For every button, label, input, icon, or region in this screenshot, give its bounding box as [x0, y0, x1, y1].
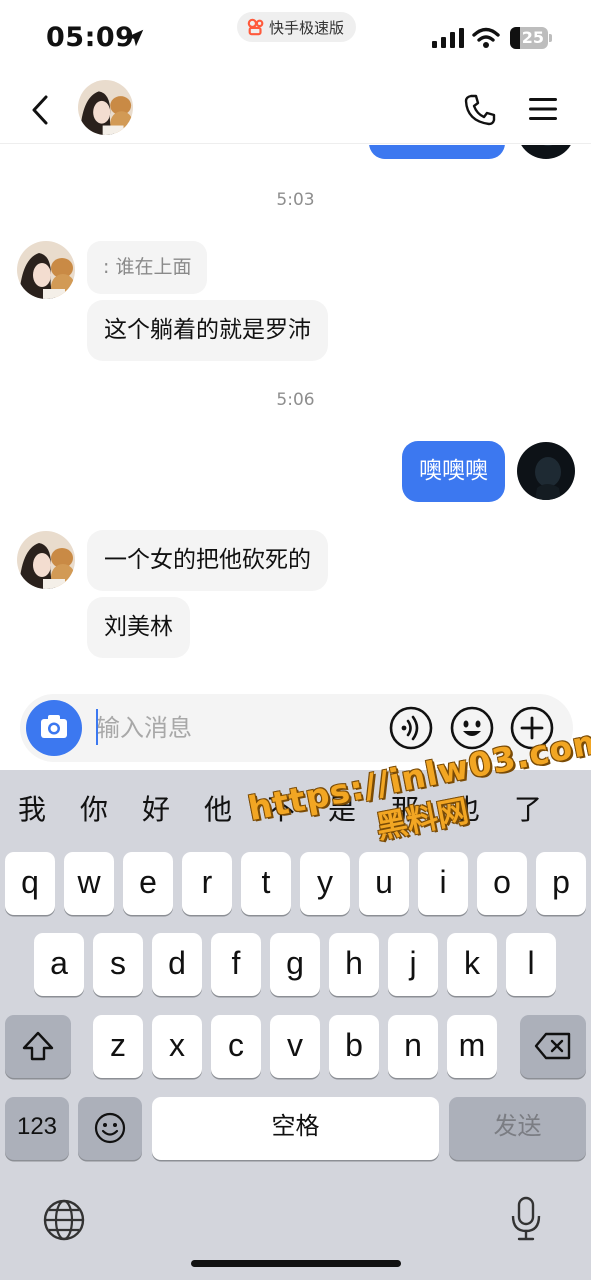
- key-e[interactable]: e: [123, 852, 173, 915]
- my-avatar[interactable]: [517, 145, 575, 159]
- quoted-message[interactable]: : 谁在上面: [87, 241, 208, 294]
- camera-icon: [41, 715, 67, 738]
- microphone-icon[interactable]: [510, 1196, 542, 1242]
- key-q[interactable]: q: [5, 852, 55, 915]
- incoming-message[interactable]: 一个女的把他砍死的: [87, 530, 328, 591]
- text-caret: [96, 709, 98, 745]
- candidate-word[interactable]: 那: [385, 788, 425, 828]
- incoming-message[interactable]: 刘美林: [87, 597, 190, 658]
- app-return-pill[interactable]: 快手极速版: [237, 12, 357, 42]
- emoji-key[interactable]: [78, 1097, 142, 1160]
- shift-icon: [22, 1031, 54, 1061]
- key-w[interactable]: w: [64, 852, 114, 915]
- key-o[interactable]: o: [477, 852, 527, 915]
- status-time: 05:09: [46, 22, 135, 53]
- key-i[interactable]: i: [418, 852, 468, 915]
- message-input[interactable]: [96, 708, 376, 748]
- key-b[interactable]: b: [329, 1015, 379, 1078]
- numbers-key[interactable]: 123: [5, 1097, 69, 1160]
- key-n[interactable]: n: [388, 1015, 438, 1078]
- send-key[interactable]: 发送: [449, 1097, 586, 1160]
- avatar-photo: [78, 80, 133, 135]
- chat-header: [0, 76, 591, 144]
- contact-avatar[interactable]: [17, 531, 75, 589]
- key-h[interactable]: h: [329, 933, 379, 996]
- backspace-key[interactable]: [520, 1015, 586, 1078]
- keyboard: 我 你 好 他 不 是 那 也 了 q w e r t y u i o p a …: [0, 770, 591, 1280]
- key-l[interactable]: l: [506, 933, 556, 996]
- avatar-photo: [17, 531, 75, 589]
- emoji-icon[interactable]: [450, 706, 494, 750]
- key-t[interactable]: t: [241, 852, 291, 915]
- status-bar: 05:09 快手极速版 25: [0, 0, 591, 76]
- key-g[interactable]: g: [270, 933, 320, 996]
- timestamp: 5:06: [276, 390, 315, 410]
- key-a[interactable]: a: [34, 933, 84, 996]
- key-d[interactable]: d: [152, 933, 202, 996]
- key-r[interactable]: r: [182, 852, 232, 915]
- shift-key[interactable]: [5, 1015, 71, 1078]
- key-c[interactable]: c: [211, 1015, 261, 1078]
- contact-avatar[interactable]: [78, 80, 133, 135]
- message-list[interactable]: 5:03 : 谁在上面 这个躺着的就是罗沛 5:06 噢噢噢 一个女的把他砍死的…: [0, 145, 591, 690]
- candidate-word[interactable]: 也: [446, 788, 486, 828]
- avatar-photo: [517, 442, 575, 500]
- key-j[interactable]: j: [388, 933, 438, 996]
- key-m[interactable]: m: [447, 1015, 497, 1078]
- plus-icon[interactable]: [510, 706, 554, 750]
- candidate-word[interactable]: 不: [261, 788, 301, 828]
- key-u[interactable]: u: [359, 852, 409, 915]
- key-v[interactable]: v: [270, 1015, 320, 1078]
- phone-icon[interactable]: [463, 93, 497, 127]
- space-key[interactable]: 空格: [152, 1097, 439, 1160]
- location-arrow-icon: [126, 29, 144, 47]
- kuaishou-logo-icon: [247, 18, 264, 36]
- key-x[interactable]: x: [152, 1015, 202, 1078]
- wifi-icon: [472, 27, 500, 48]
- key-p[interactable]: p: [536, 852, 586, 915]
- camera-button[interactable]: [26, 700, 82, 756]
- candidate-word[interactable]: 他: [198, 788, 238, 828]
- candidate-word[interactable]: 好: [136, 788, 176, 828]
- emoji-key-icon: [94, 1112, 126, 1144]
- candidate-word[interactable]: 了: [508, 788, 548, 828]
- voice-icon[interactable]: [389, 706, 433, 750]
- key-y[interactable]: y: [300, 852, 350, 915]
- key-s[interactable]: s: [93, 933, 143, 996]
- message-composer: [20, 694, 573, 762]
- candidate-word[interactable]: 是: [322, 788, 362, 828]
- key-k[interactable]: k: [447, 933, 497, 996]
- outgoing-message[interactable]: 噢噢噢: [402, 441, 505, 502]
- globe-icon[interactable]: [42, 1198, 86, 1242]
- contact-avatar[interactable]: [17, 241, 75, 299]
- candidate-word[interactable]: 我: [12, 788, 52, 828]
- battery-icon: 25: [510, 27, 552, 49]
- battery-level: 25: [521, 28, 544, 47]
- chevron-left-icon[interactable]: [26, 92, 56, 128]
- signal-icon: [432, 28, 464, 48]
- backspace-icon: [534, 1032, 571, 1060]
- my-avatar[interactable]: [517, 442, 575, 500]
- home-indicator[interactable]: [191, 1260, 401, 1267]
- avatar-photo: [517, 145, 575, 159]
- timestamp: 5:03: [276, 190, 315, 210]
- outgoing-bubble-partial[interactable]: [369, 145, 505, 159]
- key-z[interactable]: z: [93, 1015, 143, 1078]
- app-pill-label: 快手极速版: [269, 18, 345, 37]
- incoming-message[interactable]: 这个躺着的就是罗沛: [87, 300, 328, 361]
- candidate-bar: 我 你 好 他 不 是 那 也 了: [0, 770, 591, 844]
- key-f[interactable]: f: [211, 933, 261, 996]
- avatar-photo: [17, 241, 75, 299]
- menu-icon[interactable]: [527, 95, 559, 123]
- candidate-word[interactable]: 你: [74, 788, 114, 828]
